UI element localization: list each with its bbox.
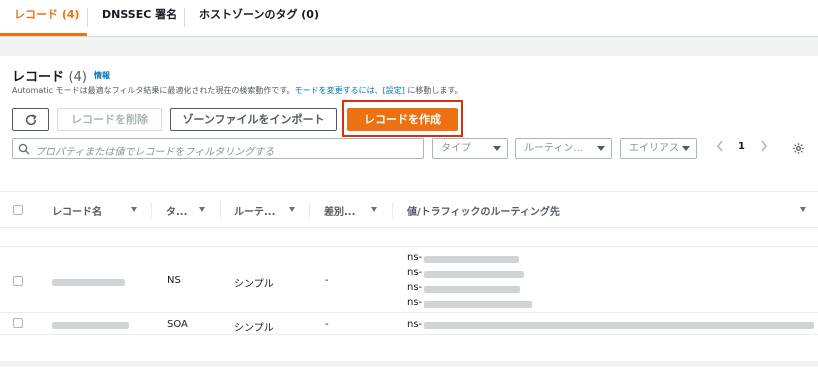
record-routing: シンプル [234, 323, 274, 334]
column-divider [392, 202, 393, 219]
current-page[interactable]: 1 [738, 141, 745, 152]
search-icon [18, 143, 30, 155]
row-divider [0, 246, 818, 247]
table-header: レコード名 タ... ルーテ... 差別... 値/トラフィックのルーティング先 [0, 191, 818, 228]
column-divider [151, 202, 152, 219]
record-value: ns- [407, 252, 423, 263]
redacted-value [424, 301, 532, 308]
type-filter-label: タイプ [441, 143, 471, 154]
record-value: ns- [407, 319, 423, 330]
records-title: レコード [12, 70, 65, 85]
record-type: SOA [167, 319, 188, 330]
record-value: ns- [407, 267, 423, 278]
page-title: レコード (4) [12, 66, 87, 85]
search-mode-description: Automatic モードは最適なフィルタ結果に最適化された現在の検索動作です。… [12, 85, 463, 96]
chevron-down-icon [682, 146, 690, 151]
redacted-record-name [52, 279, 125, 286]
info-link[interactable]: 情報 [94, 70, 110, 81]
column-divider [309, 202, 310, 219]
record-type: NS [167, 275, 181, 286]
column-header-routing[interactable]: ルーテ... [234, 203, 275, 218]
sort-icon[interactable] [199, 207, 205, 212]
search-input[interactable]: プロパティまたは値でレコードをフィルタリングする [12, 138, 424, 159]
sort-icon[interactable] [800, 207, 806, 212]
sort-icon[interactable] [131, 207, 137, 212]
redacted-value [424, 286, 520, 293]
record-differentiator: - [325, 319, 329, 330]
sort-icon[interactable] [371, 207, 377, 212]
gear-icon [793, 143, 804, 154]
chevron-right-icon [761, 140, 767, 152]
column-header-value[interactable]: 値/トラフィックのルーティング先 [407, 203, 560, 218]
settings-link[interactable]: モードを変更するには、[設定] [295, 86, 405, 95]
row-divider [0, 334, 818, 335]
column-header-differentiator[interactable]: 差別... [324, 203, 355, 218]
alias-filter-label: エイリアス [629, 143, 679, 154]
refresh-icon [25, 114, 37, 126]
records-count: (4) [68, 70, 87, 85]
record-differentiator: - [325, 275, 329, 286]
chevron-down-icon [493, 146, 501, 151]
description-suffix: に移動します。 [404, 86, 463, 95]
prev-page-button[interactable] [716, 140, 724, 155]
chevron-left-icon [717, 140, 723, 152]
tab-dnssec[interactable]: DNSSEC 署名 [88, 0, 184, 36]
alias-filter-select[interactable]: エイリアス [620, 138, 697, 159]
row-checkbox[interactable] [13, 318, 23, 328]
redacted-record-name [52, 322, 129, 329]
column-header-record-name[interactable]: レコード名 [52, 203, 102, 218]
description-text: Automatic モードは最適なフィルタ結果に最適化された現在の検索動作です。 [12, 86, 295, 95]
delete-record-button[interactable]: レコードを削除 [57, 108, 162, 131]
refresh-button[interactable] [12, 108, 49, 131]
next-page-button[interactable] [760, 140, 768, 155]
record-value: ns- [407, 282, 423, 293]
select-all-checkbox[interactable] [13, 205, 23, 215]
search-placeholder: プロパティまたは値でレコードをフィルタリングする [35, 147, 275, 158]
row-checkbox[interactable] [13, 276, 23, 286]
records-panel: レコード (4) 情報 Automatic モードは最適なフィルタ結果に最適化さ… [0, 56, 818, 361]
record-routing: シンプル [234, 279, 274, 290]
preferences-button[interactable] [792, 142, 805, 158]
tab-hosted-zone-tags[interactable]: ホストゾーンのタグ (0) [185, 0, 335, 36]
sort-icon[interactable] [289, 207, 295, 212]
routing-filter-label: ルーティン... [524, 143, 583, 154]
tab-bar: レコード (4) DNSSEC 署名 ホストゾーンのタグ (0) [0, 0, 818, 37]
redacted-value [424, 271, 524, 278]
redacted-value [424, 322, 814, 329]
column-header-type[interactable]: タ... [166, 203, 187, 218]
redacted-value [424, 256, 519, 263]
row-divider [0, 312, 818, 313]
type-filter-select[interactable]: タイプ [432, 138, 508, 159]
column-divider [220, 202, 221, 219]
routing-filter-select[interactable]: ルーティン... [515, 138, 612, 159]
record-value: ns- [407, 297, 423, 308]
import-zone-file-button[interactable]: ゾーンファイルをインポート [170, 108, 337, 131]
highlight-box [342, 100, 463, 137]
tab-records[interactable]: レコード (4) [0, 0, 87, 36]
chevron-down-icon [597, 146, 605, 151]
